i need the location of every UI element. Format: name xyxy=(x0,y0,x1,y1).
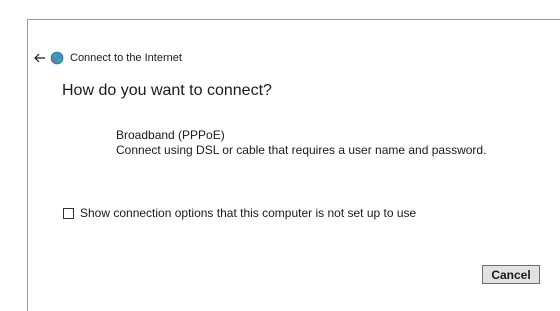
option-description: Connect using DSL or cable that requires… xyxy=(116,143,487,157)
show-options-row: Show connection options that this comput… xyxy=(63,206,416,220)
page-heading: How do you want to connect? xyxy=(62,82,272,99)
show-options-checkbox[interactable] xyxy=(63,207,74,219)
connect-to-internet-window: Connect to the Internet How do you want … xyxy=(27,19,560,311)
back-arrow-icon xyxy=(34,53,45,63)
network-globe-icon xyxy=(50,51,64,65)
show-options-label[interactable]: Show connection options that this comput… xyxy=(80,206,416,220)
window-title: Connect to the Internet xyxy=(70,52,182,64)
window-header: Connect to the Internet xyxy=(33,49,182,67)
back-button[interactable] xyxy=(33,51,47,65)
option-title: Broadband (PPPoE) xyxy=(116,128,225,142)
option-broadband-pppoe[interactable]: Broadband (PPPoE) Connect using DSL or c… xyxy=(116,128,486,158)
cancel-button[interactable]: Cancel xyxy=(482,265,540,284)
